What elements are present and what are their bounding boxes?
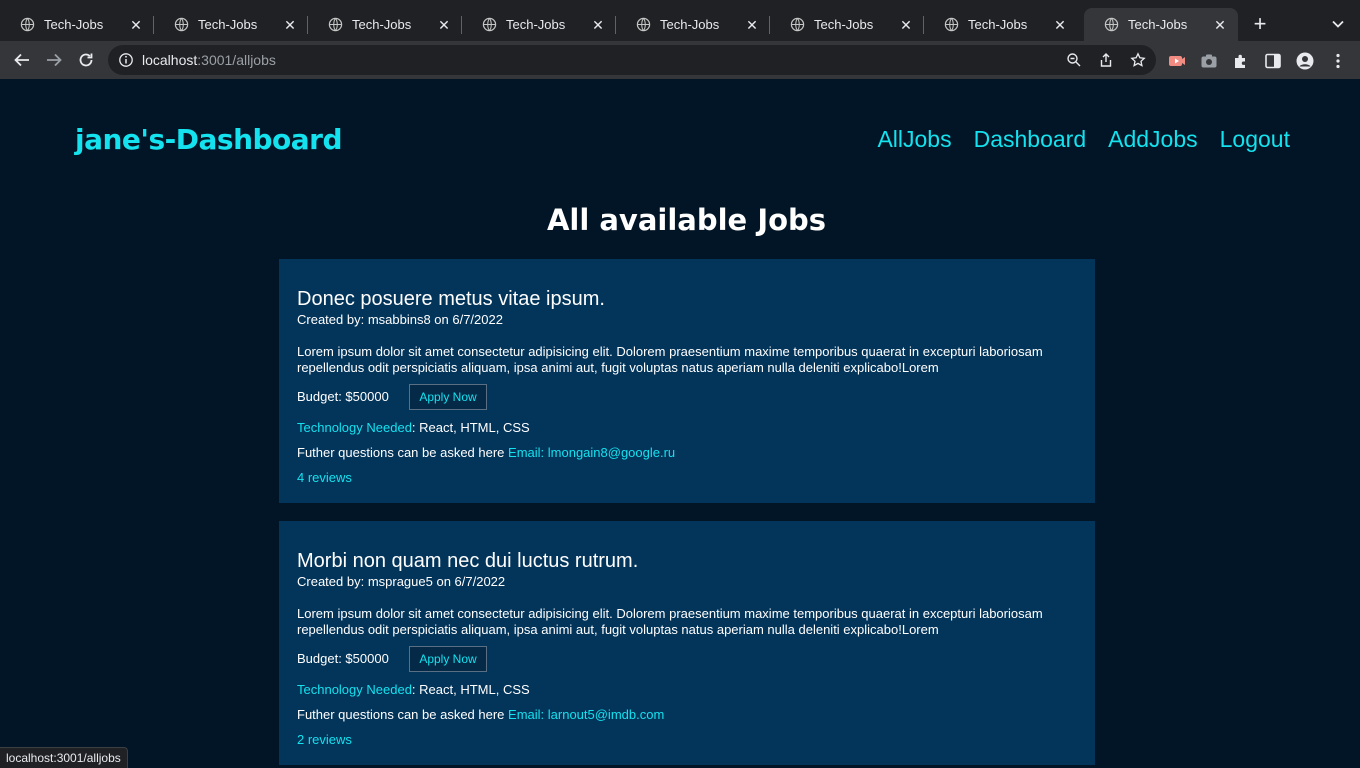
extension-icon[interactable] <box>1168 52 1186 70</box>
url-host: localhost <box>142 52 198 68</box>
profile-icon[interactable] <box>1296 52 1314 70</box>
job-technology: Technology Needed: React, HTML, CSS <box>297 420 530 435</box>
nav-link-alljobs[interactable]: AllJobs <box>877 126 951 153</box>
tab-title: Tech-Jobs <box>814 17 874 32</box>
globe-icon <box>636 17 651 32</box>
back-icon[interactable] <box>12 50 32 70</box>
browser-tab[interactable]: Tech-Jobs ✕ <box>0 8 154 41</box>
job-created: Created by: msprague5 on 6/7/2022 <box>297 574 506 589</box>
tab-title: Tech-Jobs <box>660 17 720 32</box>
url-text: localhost:3001/alljobs <box>142 52 276 68</box>
close-icon[interactable]: ✕ <box>282 17 298 33</box>
url-path: :3001/alljobs <box>197 52 276 68</box>
camera-icon[interactable] <box>1200 52 1218 70</box>
questions-text: Futher questions can be asked here <box>297 445 509 460</box>
browser-tab[interactable]: Tech-Jobs ✕ <box>616 8 770 41</box>
browser-tab[interactable]: Tech-Jobs ✕ <box>770 8 924 41</box>
browser-tab[interactable]: Tech-Jobs ✕ <box>308 8 462 41</box>
sidepanel-icon[interactable] <box>1264 52 1282 70</box>
browser-tab[interactable]: Tech-Jobs ✕ <box>154 8 308 41</box>
main-nav: AllJobs Dashboard AddJobs Logout <box>877 126 1290 153</box>
email-link[interactable]: Email: lmongain8@google.ru <box>508 445 675 460</box>
job-technology: Technology Needed: React, HTML, CSS <box>297 682 530 697</box>
status-bar-url: localhost:3001/alljobs <box>0 747 128 768</box>
job-questions: Futher questions can be asked here Email… <box>297 707 664 722</box>
close-icon[interactable]: ✕ <box>1052 17 1068 33</box>
browser-tab-active[interactable]: Tech-Jobs ✕ <box>1084 8 1238 41</box>
job-description: Lorem ipsum dolor sit amet consectetur a… <box>297 344 1043 375</box>
questions-text: Futher questions can be asked here <box>297 707 509 722</box>
job-card: Morbi non quam nec dui luctus rutrum. Cr… <box>279 521 1095 765</box>
page-title: All available Jobs <box>546 203 827 237</box>
apply-now-button[interactable]: Apply Now <box>409 384 487 410</box>
nav-link-dashboard[interactable]: Dashboard <box>974 126 1087 153</box>
email-link[interactable]: Email: larnout5@imdb.com <box>508 707 664 722</box>
globe-icon <box>174 17 189 32</box>
technology-label: Technology Needed <box>297 682 412 697</box>
nav-link-logout[interactable]: Logout <box>1220 126 1290 153</box>
globe-icon <box>482 17 497 32</box>
apply-now-button[interactable]: Apply Now <box>409 646 487 672</box>
close-icon[interactable]: ✕ <box>1212 17 1228 33</box>
browser-tab[interactable]: Tech-Jobs ✕ <box>924 8 1078 41</box>
puzzle-icon[interactable] <box>1232 52 1250 70</box>
close-icon[interactable]: ✕ <box>436 17 452 33</box>
reviews-link[interactable]: 2 reviews <box>297 732 352 747</box>
globe-icon <box>328 17 343 32</box>
tab-title: Tech-Jobs <box>352 17 412 32</box>
info-icon[interactable] <box>118 52 134 68</box>
job-description: Lorem ipsum dolor sit amet consectetur a… <box>297 606 1043 637</box>
job-budget: Budget: $50000 <box>297 651 389 666</box>
browser-tab[interactable]: Tech-Jobs ✕ <box>462 8 616 41</box>
forward-icon[interactable] <box>44 50 64 70</box>
job-card: Donec posuere metus vitae ipsum. Created… <box>279 259 1095 503</box>
globe-icon <box>1104 17 1119 32</box>
page-content: jane's-Dashboard AllJobs Dashboard AddJo… <box>0 79 1360 768</box>
job-budget: Budget: $50000 <box>297 389 389 404</box>
tab-title: Tech-Jobs <box>506 17 566 32</box>
tab-strip: Tech-Jobs ✕ Tech-Jobs ✕ Tech-Jobs ✕ Tech… <box>0 0 1360 41</box>
job-title: Morbi non quam nec dui luctus rutrum. <box>297 550 639 572</box>
zoom-icon[interactable] <box>1066 52 1082 68</box>
reload-icon[interactable] <box>76 50 96 70</box>
menu-icon[interactable] <box>1329 52 1347 70</box>
plus-icon[interactable]: + <box>1249 13 1271 36</box>
tab-title: Tech-Jobs <box>1128 17 1188 32</box>
share-icon[interactable] <box>1098 52 1114 68</box>
address-bar[interactable]: localhost:3001/alljobs <box>108 45 1156 75</box>
close-icon[interactable]: ✕ <box>128 17 144 33</box>
close-icon[interactable]: ✕ <box>744 17 760 33</box>
technology-label: Technology Needed <box>297 420 412 435</box>
close-icon[interactable]: ✕ <box>898 17 914 33</box>
brand-title[interactable]: jane's-Dashboard <box>75 123 343 156</box>
globe-icon <box>790 17 805 32</box>
job-title: Donec posuere metus vitae ipsum. <box>297 288 605 310</box>
job-questions: Futher questions can be asked here Email… <box>297 445 675 460</box>
nav-link-addjobs[interactable]: AddJobs <box>1108 126 1198 153</box>
chevron-down-icon[interactable] <box>1329 15 1347 33</box>
technology-value: : React, HTML, CSS <box>411 420 530 435</box>
star-icon[interactable] <box>1130 52 1146 68</box>
browser-toolbar: localhost:3001/alljobs <box>0 41 1360 79</box>
tab-title: Tech-Jobs <box>198 17 258 32</box>
technology-value: : React, HTML, CSS <box>411 682 530 697</box>
close-icon[interactable]: ✕ <box>590 17 606 33</box>
job-created: Created by: msabbins8 on 6/7/2022 <box>297 312 503 327</box>
reviews-link[interactable]: 4 reviews <box>297 470 352 485</box>
globe-icon <box>20 17 35 32</box>
tab-title: Tech-Jobs <box>968 17 1028 32</box>
tab-title: Tech-Jobs <box>44 17 104 32</box>
globe-icon <box>944 17 959 32</box>
